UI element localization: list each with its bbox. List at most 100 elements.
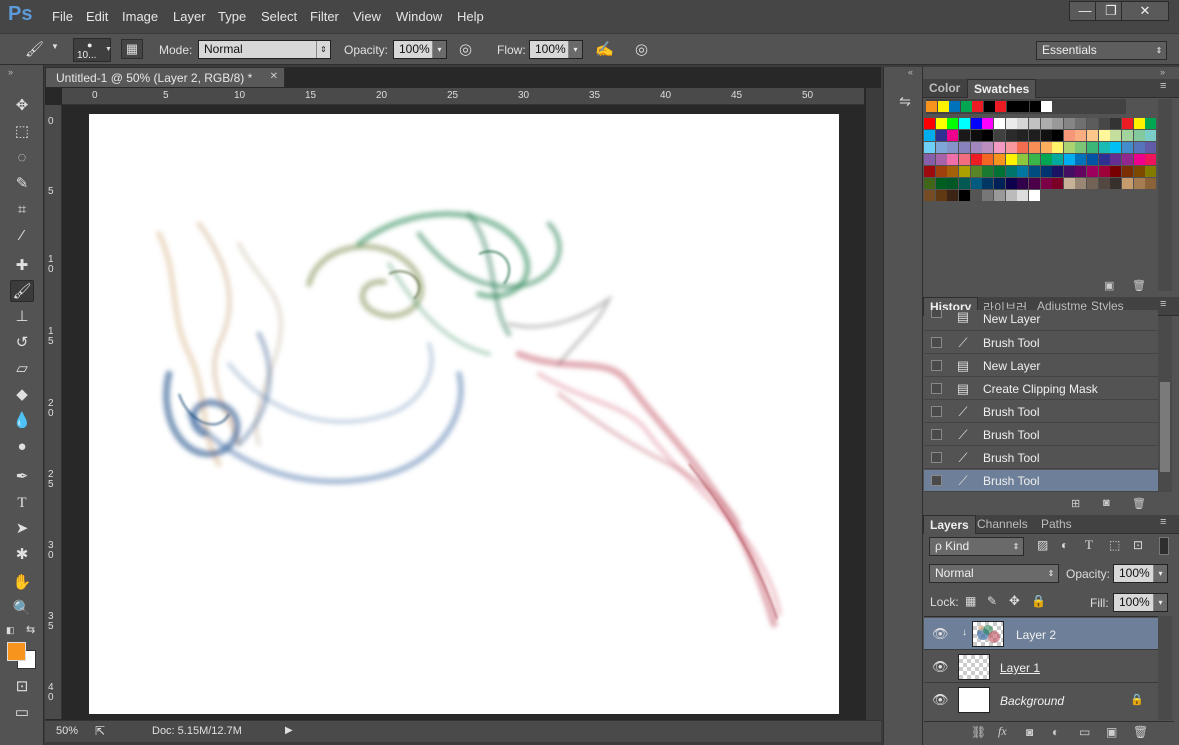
filter-shape-icon[interactable]: ⬚ (1109, 538, 1120, 552)
lock-position-icon[interactable]: ✥ (1009, 593, 1020, 609)
hand-tool-icon[interactable]: ✋ (10, 572, 34, 594)
tab-layers[interactable]: Layers (923, 515, 976, 534)
zoom-tool-icon[interactable]: 🔍 (10, 598, 34, 620)
swatch[interactable] (958, 166, 970, 177)
panel-menu-icon[interactable]: ≡ (1160, 298, 1166, 310)
crop-tool-icon[interactable]: ⌗ (10, 199, 34, 221)
swatch[interactable] (1087, 142, 1099, 153)
collapse-icon[interactable]: « (908, 67, 913, 77)
swatch[interactable] (993, 190, 1005, 201)
eraser-tool-icon[interactable]: ▱ (10, 358, 34, 380)
swatch[interactable] (947, 130, 959, 141)
swatch[interactable] (1087, 178, 1099, 189)
swatch[interactable] (1122, 166, 1134, 177)
swatch[interactable] (924, 190, 935, 201)
vertical-scrollbar[interactable] (866, 88, 881, 720)
airbrush-icon[interactable]: ✍ (595, 40, 614, 58)
swatch[interactable] (935, 190, 947, 201)
swatch[interactable] (1063, 118, 1075, 129)
quick-mask-icon[interactable]: ⊡ (10, 676, 34, 698)
close-button[interactable]: ✕ (1121, 1, 1169, 21)
swatch[interactable] (1005, 166, 1017, 177)
adjustment-layer-icon[interactable]: ◐ (1052, 725, 1059, 739)
close-tab-icon[interactable]: ✕ (270, 71, 278, 82)
swatch-grid[interactable] (924, 118, 1158, 208)
swatch[interactable] (1145, 178, 1157, 189)
chevron-down-icon[interactable]: ▼ (51, 42, 59, 51)
filter-toggle[interactable] (1159, 537, 1169, 555)
swatch[interactable] (1005, 154, 1017, 165)
swatch[interactable] (1075, 178, 1087, 189)
swatch[interactable] (958, 118, 970, 129)
swatch[interactable] (1052, 142, 1064, 153)
swatch[interactable] (1052, 118, 1064, 129)
menu-window[interactable]: Window (396, 9, 442, 24)
history-checkbox[interactable] (931, 429, 942, 440)
swatch[interactable] (1028, 130, 1040, 141)
shape-tool-icon[interactable]: ✱ (10, 544, 34, 566)
swatch[interactable] (958, 130, 970, 141)
lasso-tool-icon[interactable]: ◌ (10, 147, 34, 169)
opacity-input[interactable]: 100% ▾ (393, 40, 447, 59)
swatch[interactable] (970, 154, 982, 165)
swatch[interactable] (1063, 154, 1075, 165)
history-item[interactable]: ⟋ Brush Tool (924, 332, 1158, 354)
new-group-icon[interactable]: ▭ (1079, 725, 1090, 739)
panel-menu-icon[interactable]: ≡ (1160, 516, 1166, 528)
new-document-from-state-icon[interactable]: ⊞ (1071, 497, 1080, 510)
swatch[interactable] (958, 190, 970, 201)
swatches-scrollbar[interactable] (1158, 99, 1172, 291)
history-item[interactable]: ▤ New Layer (924, 355, 1158, 377)
pressure-size-icon[interactable]: ◎ (635, 40, 648, 58)
swatch[interactable] (935, 130, 947, 141)
swatch[interactable] (993, 154, 1005, 165)
menu-help[interactable]: Help (457, 9, 484, 24)
swatch[interactable] (1098, 142, 1110, 153)
swatch[interactable] (1005, 178, 1017, 189)
recent-swatch[interactable] (972, 101, 983, 112)
swatch[interactable] (1110, 178, 1122, 189)
swatch[interactable] (924, 130, 935, 141)
swatch[interactable] (1122, 154, 1134, 165)
eye-icon[interactable]: 👁 (932, 626, 949, 642)
pressure-opacity-icon[interactable]: ◎ (459, 40, 472, 58)
history-brush-tool-icon[interactable]: ↺ (10, 332, 34, 354)
history-item[interactable]: ⟋ Brush Tool (924, 401, 1158, 423)
lock-all-icon[interactable]: 🔒 (1031, 594, 1046, 608)
swatch[interactable] (1098, 118, 1110, 129)
swatch[interactable] (1075, 154, 1087, 165)
menu-layer[interactable]: Layer (173, 9, 206, 24)
document-tab[interactable]: Untitled-1 @ 50% (Layer 2, RGB/8) * ✕ (45, 67, 285, 87)
layer-thumbnail[interactable] (958, 687, 990, 713)
swatch[interactable] (1040, 130, 1052, 141)
recent-swatch[interactable] (1018, 101, 1029, 112)
swatch[interactable] (924, 154, 935, 165)
swatch[interactable] (1087, 154, 1099, 165)
swatch[interactable] (993, 166, 1005, 177)
swatch[interactable] (947, 142, 959, 153)
new-layer-icon[interactable]: ▣ (1106, 725, 1117, 739)
swatch[interactable] (982, 130, 994, 141)
swatch[interactable] (1017, 118, 1029, 129)
swatch[interactable] (1028, 178, 1040, 189)
menu-edit[interactable]: Edit (86, 9, 108, 24)
swatch[interactable] (1052, 178, 1064, 189)
swatch[interactable] (1040, 142, 1052, 153)
swatch[interactable] (1017, 190, 1029, 201)
menu-filter[interactable]: Filter (310, 9, 339, 24)
screen-mode-icon[interactable]: ▭ (10, 702, 34, 724)
default-colors-icon[interactable]: ◧ (6, 625, 15, 636)
swatch[interactable] (947, 154, 959, 165)
history-scrollbar[interactable] (1158, 316, 1172, 492)
swatch[interactable] (958, 178, 970, 189)
eye-icon[interactable]: 👁 (932, 692, 949, 708)
swatch[interactable] (1087, 130, 1099, 141)
menu-view[interactable]: View (353, 9, 381, 24)
tab-channels[interactable]: Channels (971, 515, 1034, 534)
swatch[interactable] (1098, 166, 1110, 177)
swatch[interactable] (1017, 142, 1029, 153)
swatch[interactable] (1098, 178, 1110, 189)
tab-swatches[interactable]: Swatches (967, 79, 1037, 98)
swatch[interactable] (1017, 154, 1029, 165)
history-checkbox[interactable] (931, 360, 942, 371)
